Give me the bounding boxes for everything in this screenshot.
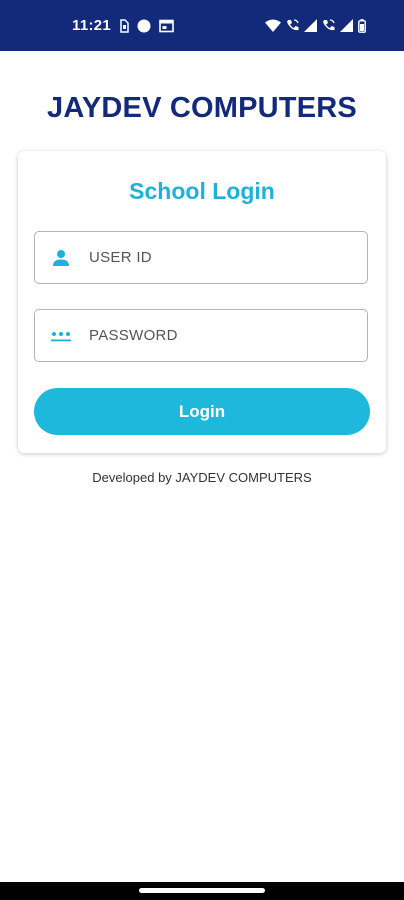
battery-icon: [358, 18, 366, 33]
user-id-field[interactable]: [34, 231, 368, 284]
password-input[interactable]: [87, 326, 351, 345]
circle-notification-icon: [137, 19, 151, 33]
calendar-icon: [159, 19, 174, 33]
password-dots-icon: [49, 324, 73, 348]
signal-icon: [340, 19, 353, 32]
password-field[interactable]: [34, 309, 368, 362]
status-right: [265, 0, 366, 51]
home-gesture-handle[interactable]: [139, 888, 265, 893]
footer-text: Developed by JAYDEV COMPUTERS: [92, 470, 312, 485]
navigation-bar: [0, 882, 404, 900]
status-time: 11:21: [72, 17, 112, 34]
login-card-title: School Login: [129, 178, 275, 204]
user-id-input[interactable]: [87, 248, 351, 267]
wifi-call-icon: [286, 19, 299, 32]
wifi-icon: [265, 19, 281, 32]
status-left: 11:21: [72, 0, 174, 51]
app-title: JAYDEV COMPUTERS: [47, 92, 357, 124]
person-icon: [49, 246, 73, 270]
wifi-call-icon: [322, 19, 335, 32]
login-card: School Login Login: [18, 151, 386, 453]
login-button[interactable]: Login: [34, 388, 370, 435]
sim-icon: [119, 18, 129, 33]
signal-icon: [304, 19, 317, 32]
status-bar: 11:21: [0, 0, 404, 51]
